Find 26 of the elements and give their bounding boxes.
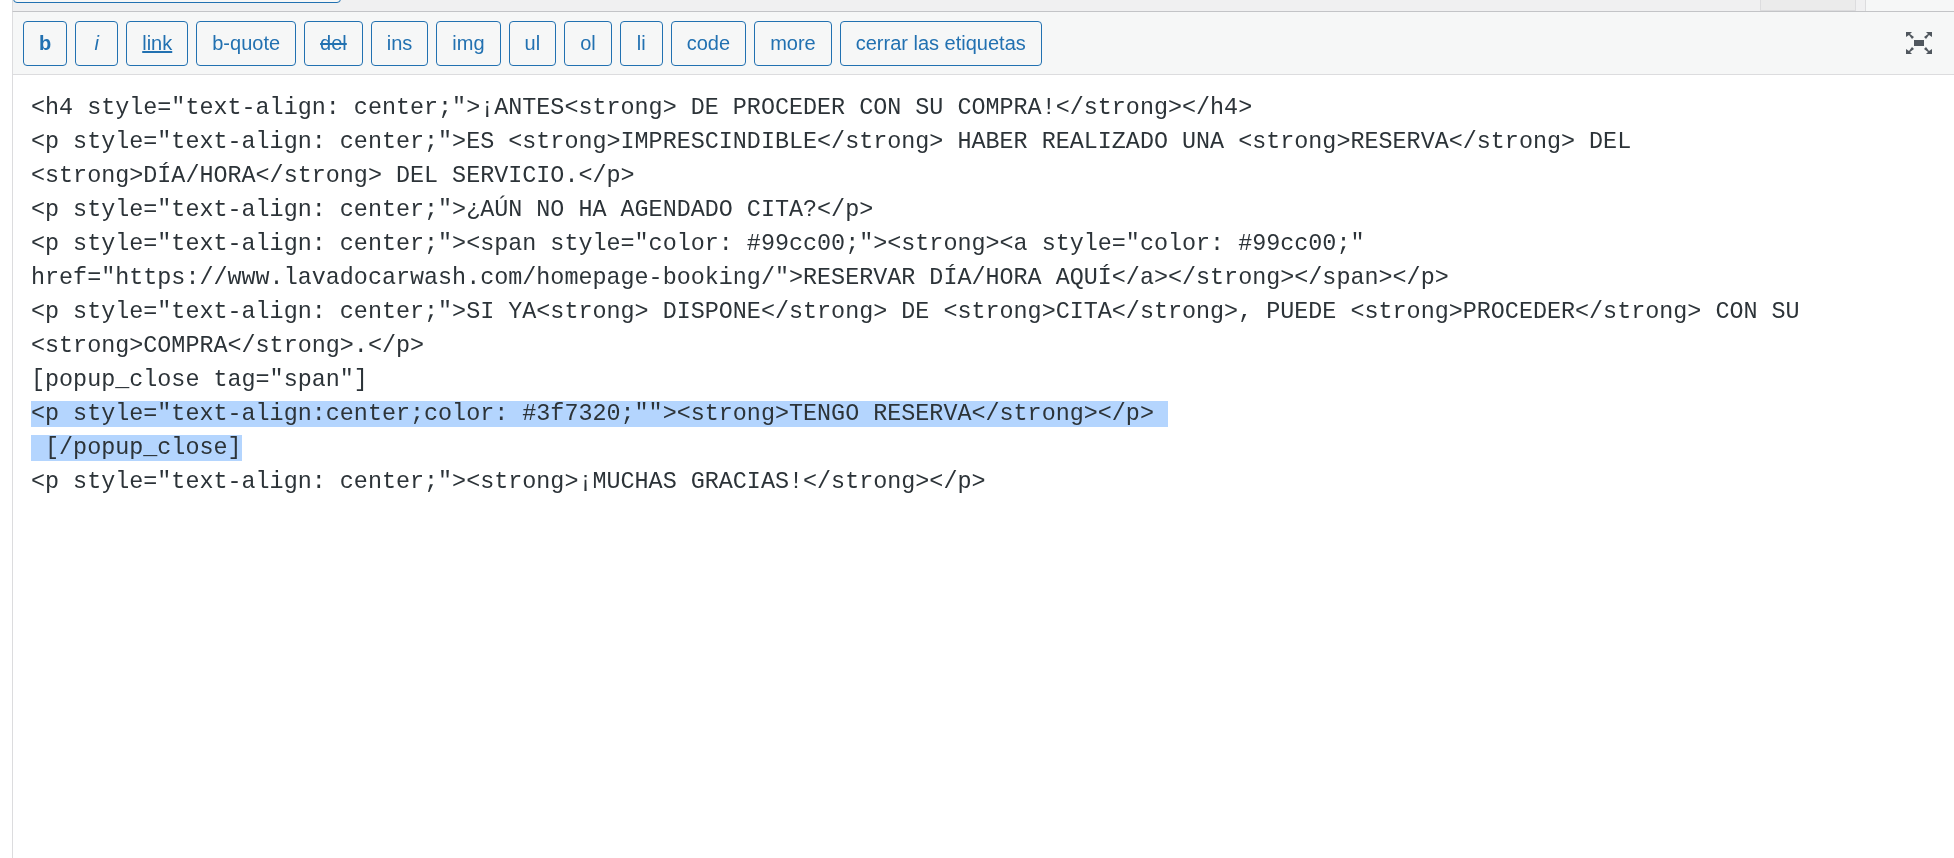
code-line: <p style="text-align: center;"><strong>¡MUCHAS GRACIAS!</strong></p> [31, 469, 986, 495]
format-button[interactable]: ul [508, 20, 557, 66]
format-button[interactable]: more [754, 20, 832, 66]
code-line: <p style="text-align: center;">¿AÚN NO HA AGENDADO CITA?</p> [31, 197, 874, 223]
code-line: href="https://www.lavadocarwash.com/homepage-booking/">RESERVAR DÍA/HORA AQUÍ</a></strong></span></p> [31, 265, 1449, 291]
code-line: <h4 style="text-align: center;">¡ANTES<strong> DE PROCEDER CON SU COMPRA!</strong></h4> [31, 95, 1253, 121]
fullscreen-icon[interactable] [1906, 32, 1932, 54]
format-button[interactable]: li [619, 20, 663, 66]
format-button[interactable]: b-quote [196, 20, 297, 66]
code-line: <p style="text-align: center;">ES <strong>IMPRESCINDIBLE</strong> HABER REALIZADO UNA <strong>RESERVA</strong> DEL [31, 129, 1632, 155]
format-button[interactable]: img [436, 20, 501, 66]
format-button[interactable]: i [75, 20, 119, 66]
format-button[interactable]: code [670, 20, 747, 66]
format-button[interactable]: ins [370, 20, 429, 66]
format-button[interactable]: cerrar las etiquetas [839, 20, 1042, 66]
format-button[interactable]: del [304, 20, 363, 66]
code-line: <strong>COMPRA</strong>.</p> [31, 333, 425, 359]
code-line: <p style="text-align: center;">SI YA<strong> DISPONE</strong> DE <strong>CITA</strong>, PUEDE <strong>PROCEDER</strong> CON SU [31, 299, 1800, 325]
editor-tab[interactable] [1760, 0, 1856, 11]
code-line: [popup_close tag="span"] [31, 367, 368, 393]
format-button[interactable]: link [126, 20, 189, 66]
code-line: <strong>DÍA/HORA</strong> DEL SERVICIO.</p> [31, 163, 635, 189]
format-button[interactable]: b [23, 20, 68, 66]
format-button[interactable]: ol [564, 20, 612, 66]
code-line: <p style="text-align: center;"><span style="color: #99cc00;"><strong><a style="color: #99cc00;" [31, 231, 1365, 257]
editor-tab[interactable] [1865, 0, 1954, 11]
